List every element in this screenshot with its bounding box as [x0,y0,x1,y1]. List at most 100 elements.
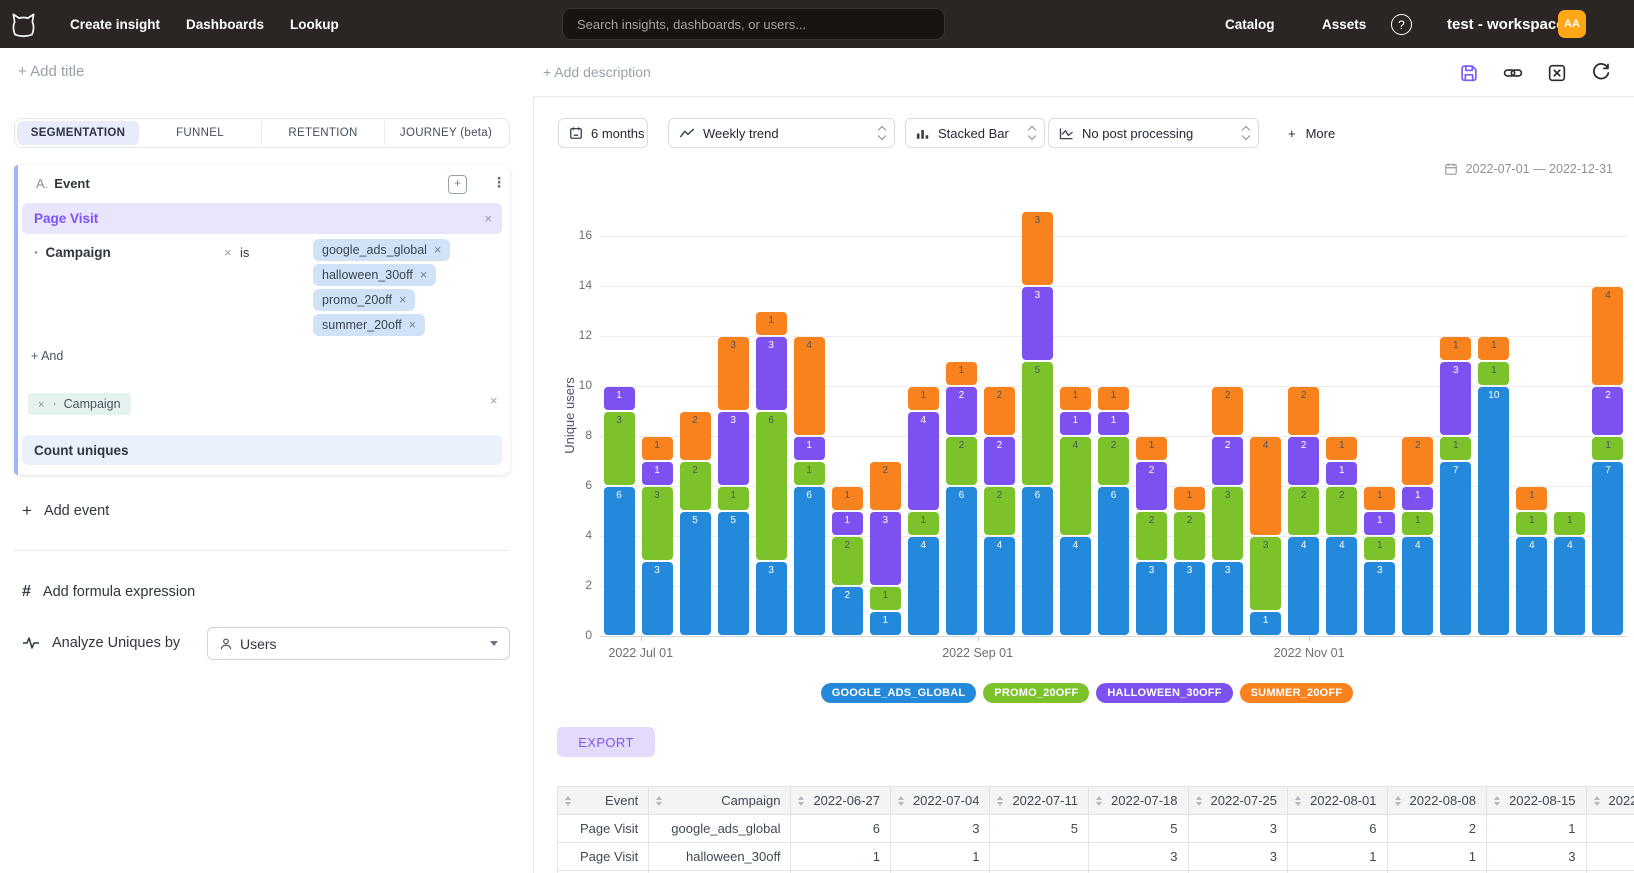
bar-segment-promo_20off[interactable]: 2 [1326,487,1357,535]
bar-segment-google_ads_global[interactable]: 7 [1592,462,1623,635]
refresh-icon[interactable] [1590,62,1612,84]
bar-segment-promo_20off[interactable]: 1 [908,512,939,535]
remove-tag-icon[interactable]: × [399,293,406,307]
nav-create-insight[interactable]: Create insight [70,0,160,48]
bar-segment-promo_20off[interactable]: 5 [1022,362,1053,485]
bar-segment-promo_20off[interactable]: 2 [832,537,863,585]
breakdown-chip[interactable]: ×·Campaign [28,393,131,415]
bar-segment-google_ads_global[interactable]: 5 [718,512,749,635]
bar-segment-google_ads_global[interactable]: 3 [1174,562,1205,635]
sort-icon[interactable] [1494,796,1500,806]
bar-segment-summer_20off[interactable]: 1 [1098,387,1129,410]
filter-value-tag[interactable]: summer_20off× [313,314,425,336]
bar-segment-summer_20off[interactable]: 1 [1516,487,1547,510]
bar-segment-promo_20off[interactable]: 1 [718,487,749,510]
filter-value-tag[interactable]: google_ads_global× [313,239,450,261]
bar-segment-google_ads_global[interactable]: 3 [1212,562,1243,635]
bar-segment-google_ads_global[interactable]: 3 [1364,562,1395,635]
table-header-cell[interactable]: 2022-08-01 [1288,787,1388,815]
bar-segment-google_ads_global[interactable]: 10 [1478,387,1509,635]
filter-operator[interactable]: is [240,245,249,260]
table-header-cell[interactable]: 2022-06-27 [791,787,891,815]
bar-segment-summer_20off[interactable]: 1 [1060,387,1091,410]
export-button[interactable]: EXPORT [557,727,655,757]
bar-segment-google_ads_global[interactable]: 1 [1250,612,1281,635]
bar-segment-summer_20off[interactable]: 1 [1174,487,1205,510]
table-header-cell[interactable]: 2022-08-15 [1487,787,1587,815]
more-button[interactable]: + More [1288,118,1335,148]
nav-lookup[interactable]: Lookup [290,0,339,48]
bar-segment-halloween_30off[interactable]: 3 [718,412,749,485]
bar-segment-summer_20off[interactable]: 1 [908,387,939,410]
bar-segment-halloween_30off[interactable]: 1 [1364,512,1395,535]
bar-segment-halloween_30off[interactable]: 1 [832,512,863,535]
bar-segment-google_ads_global[interactable]: 4 [1326,537,1357,635]
bar-segment-google_ads_global[interactable]: 2 [832,587,863,635]
sort-icon[interactable] [565,796,571,806]
bar-segment-summer_20off[interactable]: 2 [1212,387,1243,435]
bar-segment-google_ads_global[interactable]: 3 [642,562,673,635]
chart-type-select[interactable]: Stacked Bar [905,118,1045,148]
bar-segment-summer_20off[interactable]: 3 [718,337,749,410]
bar-segment-summer_20off[interactable]: 2 [870,462,901,510]
filter-value-tag[interactable]: promo_20off× [313,289,415,311]
bar-segment-halloween_30off[interactable]: 2 [1136,462,1167,510]
bar-segment-summer_20off[interactable]: 1 [1136,437,1167,460]
bar-segment-google_ads_global[interactable]: 4 [1060,537,1091,635]
sort-icon[interactable] [798,796,804,806]
tab-funnel[interactable]: FUNNEL [139,121,262,145]
bar-segment-halloween_30off[interactable]: 3 [1440,362,1471,435]
bar-segment-promo_20off[interactable]: 2 [1174,512,1205,560]
remove-breakdown-icon[interactable]: × [38,399,44,411]
bar-segment-summer_20off[interactable]: 4 [1250,437,1281,535]
bar-segment-google_ads_global[interactable]: 5 [680,512,711,635]
bar-segment-promo_20off[interactable]: 2 [946,437,977,485]
bar-segment-halloween_30off[interactable]: 3 [1022,287,1053,360]
bar-segment-halloween_30off[interactable]: 2 [1212,437,1243,485]
save-icon[interactable] [1458,62,1480,84]
remove-filter-icon[interactable]: × [224,245,232,260]
bar-segment-google_ads_global[interactable]: 7 [1440,462,1471,635]
bar-segment-promo_20off[interactable]: 3 [642,487,673,560]
table-header-cell[interactable]: 2022-07-18 [1089,787,1189,815]
filter-value-tag[interactable]: halloween_30off× [313,264,436,286]
bar-segment-summer_20off[interactable]: 4 [1592,287,1623,385]
remove-tag-icon[interactable]: × [434,243,441,257]
bar-segment-promo_20off[interactable]: 1 [1402,512,1433,535]
bar-segment-halloween_30off[interactable]: 4 [908,412,939,510]
table-header-cell[interactable]: 2022-07-04 [890,787,990,815]
nav-assets[interactable]: Assets [1322,0,1366,48]
sort-icon[interactable] [656,796,662,806]
table-header-cell[interactable]: 2022-07-25 [1188,787,1288,815]
bar-segment-summer_20off[interactable]: 2 [984,387,1015,435]
table-header-cell[interactable]: 2022-08-22 [1586,787,1634,815]
filter-property[interactable]: ·Campaign [34,245,111,260]
bar-segment-google_ads_global[interactable]: 4 [908,537,939,635]
bar-segment-summer_20off[interactable]: 1 [946,362,977,385]
bar-segment-promo_20off[interactable]: 2 [680,462,711,510]
bar-segment-google_ads_global[interactable]: 3 [756,562,787,635]
search-input[interactable] [562,8,945,40]
kebab-menu-icon[interactable]: ⋮ [492,174,506,191]
bar-segment-halloween_30off[interactable]: 1 [604,387,635,410]
nav-dashboards[interactable]: Dashboards [186,0,264,48]
bar-segment-promo_20off[interactable]: 1 [1554,512,1585,535]
bar-segment-promo_20off[interactable]: 1 [870,587,901,610]
bar-segment-halloween_30off[interactable]: 3 [756,337,787,410]
sort-icon[interactable] [1196,796,1202,806]
clear-breakdown-icon[interactable]: × [490,393,498,408]
add-formula-button[interactable]: # Add formula expression [22,583,195,601]
bar-segment-google_ads_global[interactable]: 4 [1402,537,1433,635]
tab-segmentation[interactable]: SEGMENTATION [17,121,139,145]
workspace-name[interactable]: test - workspace [1447,0,1565,48]
legend-pill-summer_20off[interactable]: SUMMER_20OFF [1240,683,1354,703]
bar-segment-google_ads_global[interactable]: 4 [984,537,1015,635]
remove-event-icon[interactable]: × [484,211,492,226]
add-title-button[interactable]: + Add title [18,63,84,80]
bar-segment-google_ads_global[interactable]: 6 [604,487,635,635]
bar-segment-promo_20off[interactable]: 2 [1136,512,1167,560]
bar-segment-google_ads_global[interactable]: 4 [1554,537,1585,635]
bar-segment-halloween_30off[interactable]: 1 [642,462,673,485]
bar-segment-halloween_30off[interactable]: 1 [1098,412,1129,435]
legend-pill-google_ads_global[interactable]: GOOGLE_ADS_GLOBAL [821,683,977,703]
